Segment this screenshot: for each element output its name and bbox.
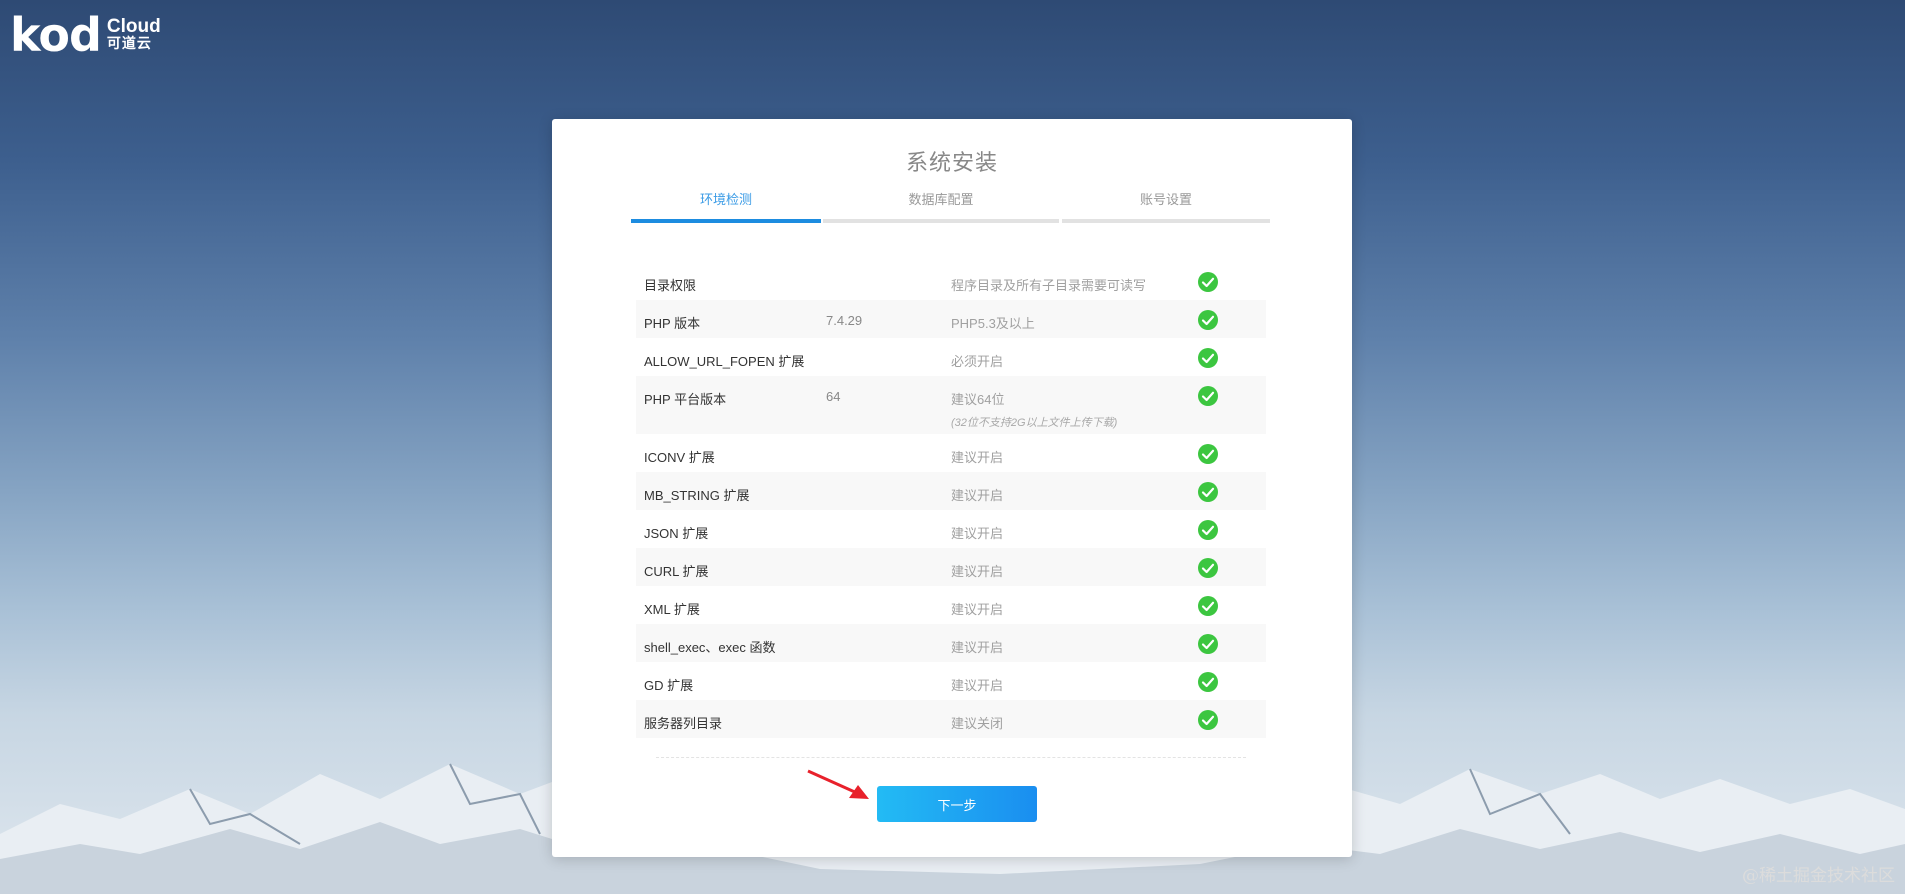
check-name: PHP 版本 — [644, 316, 701, 331]
check-name: ALLOW_URL_FOPEN 扩展 — [644, 354, 805, 369]
install-card: 系统安装 环境检测 数据库配置 账号设置 目录权限 程序目录及所有子目录需要可读… — [552, 119, 1352, 857]
check-circle-icon — [1198, 348, 1218, 368]
step-label: 账号设置 — [1139, 192, 1192, 207]
check-circle-icon — [1198, 386, 1218, 406]
step-progress-bar — [823, 219, 1059, 223]
logo-wordmark: kod — [10, 8, 102, 62]
check-row: CURL 扩展 建议开启 — [636, 548, 1266, 586]
environment-check-table: 目录权限 程序目录及所有子目录需要可读写 PHP 版本 7.4.29 PHP5.… — [636, 262, 1266, 738]
check-value: 64 — [826, 389, 841, 404]
check-name: 服务器列目录 — [644, 716, 723, 731]
check-requirement: 建议开启 — [951, 640, 1004, 655]
check-row: 目录权限 程序目录及所有子目录需要可读写 — [636, 262, 1266, 300]
check-requirement: 建议开启 — [951, 526, 1004, 541]
check-circle-icon — [1198, 634, 1218, 654]
step-environment-check[interactable]: 环境检测 — [631, 189, 821, 223]
check-requirement-block: 建议64位 (32位不支持2G以上文件上传下载) — [951, 389, 1117, 430]
check-name: MB_STRING 扩展 — [644, 488, 750, 503]
check-circle-icon — [1198, 482, 1218, 502]
red-arrow-icon — [807, 769, 869, 799]
check-row: GD 扩展 建议开启 — [636, 662, 1266, 700]
check-circle-icon — [1198, 672, 1218, 692]
check-name: 目录权限 — [644, 278, 697, 293]
step-account-settings[interactable]: 账号设置 — [1062, 189, 1270, 223]
kodcloud-logo: kod Cloud 可道云 — [10, 12, 161, 58]
check-circle-icon — [1198, 310, 1218, 330]
divider — [656, 757, 1246, 758]
page-title: 系统安装 — [905, 150, 998, 175]
check-row: JSON 扩展 建议开启 — [636, 510, 1266, 548]
next-step-button[interactable]: 下一步 — [877, 786, 1037, 822]
check-circle-icon — [1198, 558, 1218, 578]
check-requirement: 建议开启 — [951, 450, 1004, 465]
check-requirement: 建议开启 — [951, 678, 1004, 693]
logo-chinese-text: 可道云 — [106, 35, 152, 51]
watermark: @稀土掘金技术社区 — [1742, 866, 1895, 886]
check-requirement: 必须开启 — [951, 354, 1004, 369]
check-requirement: 程序目录及所有子目录需要可读写 — [951, 278, 1147, 293]
step-label: 数据库配置 — [908, 192, 974, 207]
check-circle-icon — [1198, 710, 1218, 730]
check-value: 7.4.29 — [826, 313, 863, 328]
check-name: ICONV 扩展 — [644, 450, 715, 465]
check-circle-icon — [1198, 272, 1218, 292]
check-row: XML 扩展 建议开启 — [636, 586, 1266, 624]
step-progress-bar — [631, 219, 821, 223]
logo-cloud-text: Cloud — [106, 16, 161, 37]
check-row: PHP 平台版本 64 建议64位 (32位不支持2G以上文件上传下载) — [636, 376, 1266, 434]
check-name: GD 扩展 — [644, 678, 694, 693]
check-name: CURL 扩展 — [644, 564, 709, 579]
check-name: JSON 扩展 — [644, 526, 709, 541]
check-row: ICONV 扩展 建议开启 — [636, 434, 1266, 472]
check-requirement: 建议关闭 — [951, 716, 1004, 731]
check-row: ALLOW_URL_FOPEN 扩展 必须开启 — [636, 338, 1266, 376]
check-requirement: 建议开启 — [951, 488, 1004, 503]
check-row: 服务器列目录 建议关闭 — [636, 700, 1266, 738]
check-requirement: PHP5.3及以上 — [951, 316, 1035, 331]
check-circle-icon — [1198, 520, 1218, 540]
step-progress-bar — [1062, 219, 1270, 223]
step-database-config[interactable]: 数据库配置 — [823, 189, 1059, 223]
check-row: PHP 版本 7.4.29 PHP5.3及以上 — [636, 300, 1266, 338]
check-row: MB_STRING 扩展 建议开启 — [636, 472, 1266, 510]
check-name: PHP 平台版本 — [644, 392, 727, 407]
step-label: 环境检测 — [699, 192, 752, 207]
check-requirement: 建议开启 — [951, 564, 1004, 579]
check-name: XML 扩展 — [644, 602, 700, 617]
check-note: (32位不支持2G以上文件上传下载) — [951, 417, 1118, 429]
check-requirement: 建议64位 — [951, 392, 1005, 407]
step-tabs: 环境检测 数据库配置 账号设置 — [631, 189, 1270, 223]
check-requirement: 建议开启 — [951, 602, 1004, 617]
check-row: shell_exec、exec 函数 建议开启 — [636, 624, 1266, 662]
check-circle-icon — [1198, 596, 1218, 616]
check-circle-icon — [1198, 444, 1218, 464]
check-name: shell_exec、exec 函数 — [644, 640, 776, 655]
